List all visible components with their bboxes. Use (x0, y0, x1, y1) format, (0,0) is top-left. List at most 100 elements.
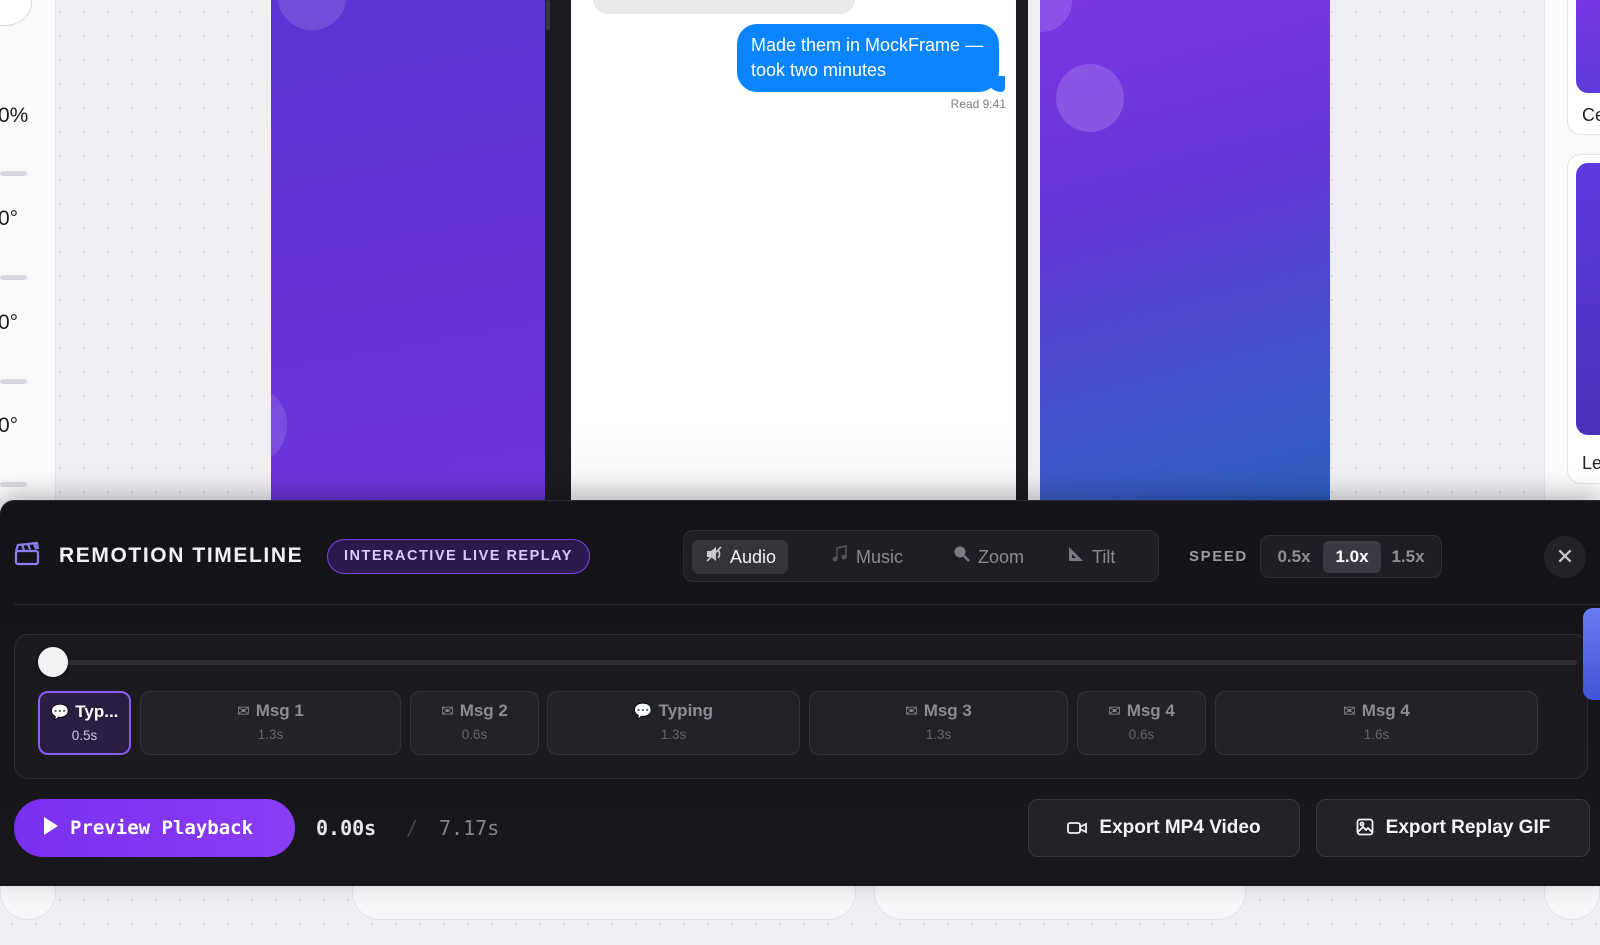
preview-playback-button[interactable]: Preview Playback (14, 799, 295, 857)
clip-msg-2[interactable]: ✉ Msg 2 0.6s (410, 691, 539, 755)
remotion-timeline-panel: REMOTION TIMELINE INTERACTIVE LIVE REPLA… (0, 500, 1600, 886)
speech-bubble-icon: 💬 (50, 704, 70, 721)
clip-label-text: Typing (658, 701, 714, 720)
effect-tilt-toggle[interactable]: Tilt (1054, 540, 1127, 574)
export-gif-button[interactable]: Export Replay GIF (1316, 799, 1590, 857)
clip-label-text: Msg 4 (1126, 701, 1175, 720)
effect-audio-toggle[interactable]: Audio (692, 540, 789, 574)
clip-label-text: Msg 4 (1361, 701, 1410, 720)
rotate-z-value: 0° (0, 414, 19, 437)
clip-typing-2[interactable]: 💬 Typing 1.3s (547, 691, 800, 755)
timeline-track: 💬 Typ... 0.5s ✉ Msg 1 1.3s ✉ Msg 2 0.6s 💬 Ty… (14, 634, 1588, 779)
timeline-title: REMOTION TIMELINE (59, 544, 304, 567)
effect-audio-label: Audio (730, 547, 777, 567)
speed-selector: 0.5x 1.0x 1.5x (1260, 535, 1442, 578)
clip-label: 💬 Typing (548, 701, 799, 721)
clip-msg-4b[interactable]: ✉ Msg 4 1.6s (1215, 691, 1538, 755)
phone-screen: Made them in MockFrame — took two minute… (559, 0, 1028, 500)
template-thumbnail (1576, 163, 1600, 435)
properties-panel: 0% 0° 0° 0° (0, 0, 56, 500)
speed-label: SPEED (1189, 548, 1248, 565)
rotate-y-slider[interactable] (0, 379, 27, 384)
clip-msg-3[interactable]: ✉ Msg 3 1.3s (809, 691, 1068, 755)
current-time: 0.00s (316, 816, 377, 840)
close-icon: ✕ (1555, 544, 1575, 569)
clapperboard-icon (14, 541, 40, 571)
export-mp4-button[interactable]: Export MP4 Video (1028, 799, 1300, 857)
message-text: Made them in MockFrame — took two minute… (751, 35, 984, 80)
live-replay-badge: INTERACTIVE LIVE REPLAY (327, 539, 590, 574)
clip-label: 💬 Typ... (40, 702, 129, 722)
read-receipt: Read 9:41 (950, 97, 1006, 111)
video-camera-icon (1067, 803, 1088, 859)
clip-label-text: Msg 1 (255, 701, 304, 720)
clip-label: ✉ Msg 4 (1078, 701, 1205, 721)
decorative-circle (1040, 0, 1072, 32)
clip-label-text: Msg 2 (459, 701, 508, 720)
close-timeline-button[interactable]: ✕ (1544, 536, 1586, 578)
image-icon (1356, 803, 1374, 859)
rotate-z-slider[interactable] (0, 482, 27, 487)
effect-music-label: Music (856, 547, 904, 567)
envelope-icon: ✉ (1108, 703, 1121, 720)
clip-label: ✉ Msg 4 (1216, 701, 1537, 721)
clip-duration: 1.3s (660, 727, 687, 742)
templates-panel: Ce Le (1544, 0, 1600, 500)
incoming-message-bubble (593, 0, 855, 14)
scrubber-track[interactable] (55, 660, 1577, 665)
clip-msg-1[interactable]: ✉ Msg 1 1.3s (140, 691, 401, 755)
decorative-circle (277, 0, 347, 30)
speed-option-1-5x[interactable]: 1.5x (1379, 541, 1437, 573)
speaker-icon (704, 540, 724, 574)
triangle-ruler-icon (1066, 540, 1086, 574)
bubble-tail (987, 76, 1005, 92)
panel-round-button[interactable] (0, 0, 32, 26)
effects-toggle-group: Audio Music Zoom Tilt (683, 530, 1159, 582)
phone-frame-edge (545, 0, 559, 500)
scale-value: 0% (0, 104, 29, 127)
template-label: Le (1582, 453, 1600, 473)
decorative-circle (1056, 64, 1124, 132)
envelope-icon: ✉ (441, 703, 454, 720)
template-label: Ce (1582, 105, 1600, 125)
effect-zoom-toggle[interactable]: Zoom (940, 540, 1036, 574)
magnifier-icon (952, 540, 972, 574)
clip-duration: 0.6s (1128, 727, 1155, 742)
clip-label: ✉ Msg 3 (810, 701, 1067, 721)
template-card[interactable]: Le (1567, 154, 1600, 484)
effect-zoom-label: Zoom (978, 547, 1025, 567)
speech-bubble-icon: 💬 (633, 703, 653, 720)
time-separator: / (406, 816, 419, 840)
preview-playback-label: Preview Playback (70, 817, 254, 839)
clip-duration: 1.3s (925, 727, 952, 742)
clip-label: ✉ Msg 2 (411, 701, 538, 721)
rotate-y-value: 0° (0, 311, 19, 334)
clip-label: ✉ Msg 1 (141, 701, 400, 721)
export-mp4-label: Export MP4 Video (1099, 817, 1261, 838)
effect-tilt-label: Tilt (1092, 547, 1116, 567)
rotate-x-value: 0° (0, 207, 19, 230)
scrollbar-handle[interactable] (1583, 608, 1600, 700)
playhead-handle[interactable] (38, 647, 68, 677)
template-card[interactable]: Ce (1567, 0, 1600, 135)
play-icon (44, 817, 58, 835)
effect-music-toggle[interactable]: Music (818, 540, 915, 574)
envelope-icon: ✉ (1343, 703, 1356, 720)
clip-label-text: Typ... (75, 702, 119, 721)
export-gif-label: Export Replay GIF (1385, 817, 1551, 838)
clip-duration: 1.3s (257, 727, 284, 742)
outgoing-message-bubble: Made them in MockFrame — took two minute… (737, 24, 1005, 92)
template-thumbnail (1576, 0, 1600, 93)
total-duration: 7.17s (439, 816, 500, 840)
decorative-circle (271, 390, 287, 460)
speed-option-1-0x[interactable]: 1.0x (1323, 541, 1381, 573)
clip-msg-4a[interactable]: ✉ Msg 4 0.6s (1077, 691, 1206, 755)
clip-duration: 1.6s (1363, 727, 1390, 742)
scale-slider[interactable] (0, 171, 27, 176)
speed-option-0-5x[interactable]: 0.5x (1265, 541, 1323, 573)
envelope-icon: ✉ (905, 703, 918, 720)
clip-duration: 0.6s (461, 727, 488, 742)
header-divider (14, 604, 1600, 605)
rotate-x-slider[interactable] (0, 275, 27, 280)
clip-typing-1[interactable]: 💬 Typ... 0.5s (38, 691, 131, 755)
